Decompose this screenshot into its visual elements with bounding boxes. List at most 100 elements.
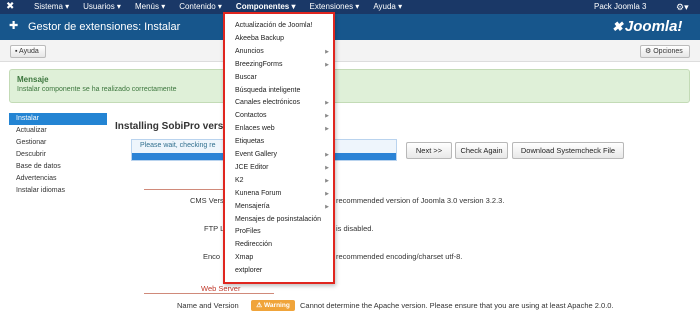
components-menu-item[interactable]: Mensajes de posinstalación: [235, 214, 331, 226]
message-text: Instalar componente se ha realizado corr…: [17, 86, 177, 93]
req-text-ftp: is disabled.: [336, 224, 374, 233]
web-server-label: Name and Version: [177, 301, 239, 310]
components-menu-item[interactable]: Buscar: [235, 72, 331, 84]
components-menu-item[interactable]: Event Gallery ▶: [235, 149, 331, 161]
chevron-right-icon: ▶: [325, 203, 329, 210]
components-menu-item[interactable]: Contactos ▶: [235, 110, 331, 122]
joomla-logo-icon[interactable]: ✖: [6, 2, 14, 12]
warning-icon: ⚠: [256, 302, 263, 309]
components-menu-item-label: extplorer: [235, 267, 263, 275]
components-menu-item-label: Búsqueda inteligente: [235, 86, 301, 94]
components-menu-item[interactable]: ProFiles: [235, 226, 331, 238]
components-menu-item-label: Buscar: [235, 73, 257, 81]
components-menu-item[interactable]: Actualización de Joomla!: [235, 20, 331, 32]
components-menu-item-label: Redirección: [235, 241, 272, 249]
options-button-label: Opciones: [653, 48, 683, 55]
chevron-right-icon: ▶: [325, 152, 329, 158]
chevron-right-icon: ▶: [325, 164, 329, 171]
chevron-right-icon: ▶: [325, 48, 329, 55]
components-menu-item[interactable]: Búsqueda inteligente: [235, 85, 331, 97]
components-menu-item[interactable]: Redirección: [235, 239, 331, 251]
chevron-right-icon: ▶: [325, 126, 329, 133]
top-menu-contenido[interactable]: Contenido ▾: [175, 0, 226, 14]
top-menu: Sistema ▾ Usuarios ▾ Menús ▾ Contenido ▾ Com…: [30, 0, 412, 14]
components-menu-item-label: JCE Editor: [235, 163, 269, 171]
site-name-link[interactable]: Pack Joomla 3: [594, 0, 646, 14]
chevron-right-icon: ▶: [325, 113, 329, 120]
chevron-right-icon: ▶: [325, 61, 329, 68]
chevron-right-icon: ▶: [325, 100, 329, 107]
components-menu-item-label: Akeeba Backup: [235, 34, 285, 42]
sidebar-item[interactable]: Base de datos: [9, 161, 107, 173]
progress-text: Please wait, checking re: [140, 142, 216, 149]
toolbar: ▪ Ayuda ⚙ Opciones: [0, 40, 700, 62]
components-menu-item-label: Contactos: [235, 112, 267, 120]
components-menu-item-label: Enlaces web: [235, 125, 275, 133]
page-title: Gestor de extensiones: Instalar: [28, 21, 181, 33]
components-menu-item-label: Kunena Forum: [235, 189, 282, 197]
install-title: Installing SobiPro versio: [115, 121, 233, 132]
warning-badge-label: Warning: [264, 302, 290, 309]
components-menu-item-label: Actualización de Joomla!: [235, 22, 313, 29]
components-menu-item-label: K2: [235, 176, 244, 184]
components-menu-item[interactable]: extplorer: [235, 265, 331, 277]
components-menu-item-label: Event Gallery: [235, 151, 278, 158]
components-menu-item[interactable]: Mensajería ▶: [235, 201, 331, 213]
top-menu-menus[interactable]: Menús ▾: [131, 0, 169, 14]
download-systemcheck-button[interactable]: Download Systemcheck File: [512, 142, 624, 159]
components-menu-item-label: Anuncios: [235, 47, 264, 55]
components-menu-item-label: Xmap: [235, 254, 254, 262]
sidebar-item[interactable]: Instalar: [9, 113, 107, 125]
help-button[interactable]: ▪ Ayuda: [10, 45, 46, 58]
sidebar: Instalar Actualizar Gestionar Descubrir Base…: [9, 113, 107, 197]
top-navbar: ✖ Sistema ▾ Usuarios ▾ Menús ▾ Contenido ▾ C…: [0, 0, 700, 14]
components-menu-item-label: Mensajería: [235, 202, 270, 210]
components-menu-item[interactable]: Etiquetas: [235, 136, 331, 148]
puzzle-icon: ✚: [9, 20, 19, 32]
sidebar-item[interactable]: Actualizar: [9, 125, 107, 137]
components-menu-item[interactable]: Canales electrónicos ▶: [235, 97, 331, 109]
top-menu-usuarios[interactable]: Usuarios ▾: [79, 0, 125, 14]
top-menu-ayuda[interactable]: Ayuda ▾: [369, 0, 406, 14]
components-menu-item[interactable]: Anuncios ▶: [235, 46, 331, 58]
req-text-encoding: recommended encoding/charset utf-8.: [336, 252, 463, 261]
components-menu-item[interactable]: Akeeba Backup: [235, 33, 331, 45]
web-server-divider: [144, 293, 274, 294]
components-menu-item-label: Etiquetas: [235, 138, 265, 146]
sidebar-item[interactable]: Advertencias: [9, 173, 107, 185]
components-menu-item-label: Mensajes de posinstalación: [235, 215, 321, 223]
components-menu-item[interactable]: Xmap: [235, 252, 331, 264]
success-message: Mensaje Instalar componente se ha realiz…: [9, 69, 690, 103]
components-menu-item-label: BreezingForms: [235, 60, 283, 68]
next-button[interactable]: Next >>: [406, 142, 452, 159]
chevron-right-icon: ▶: [325, 190, 329, 197]
warning-badge: ⚠ Warning: [251, 300, 295, 311]
req-text-cms: recommended version of Joomla 3.0 versio…: [336, 196, 505, 205]
joomla-brand-logo: ✖ Joomla!: [612, 18, 683, 35]
components-dropdown-menu: Actualización de Joomla! Akeeba Backup Anu…: [223, 12, 335, 284]
gear-icon[interactable]: ⚙▾: [676, 0, 689, 14]
gear-icon: ⚙: [645, 48, 652, 55]
components-menu-item[interactable]: Kunena Forum ▶: [235, 188, 331, 200]
help-icon: ▪: [15, 48, 18, 55]
chevron-right-icon: ▶: [325, 177, 329, 184]
components-menu-item-label: Canales electrónicos: [235, 99, 300, 107]
components-menu-item[interactable]: BreezingForms ▶: [235, 59, 331, 71]
components-menu-item-label: ProFiles: [235, 228, 261, 236]
web-server-text: Cannot determine the Apache version. Ple…: [300, 301, 614, 310]
components-menu-item[interactable]: K2 ▶: [235, 175, 331, 187]
options-button[interactable]: ⚙ Opciones: [640, 45, 690, 58]
req-label-encoding: Enco: [203, 252, 221, 261]
sidebar-item[interactable]: Gestionar: [9, 137, 107, 149]
help-button-label: Ayuda: [19, 48, 39, 55]
check-again-button[interactable]: Check Again: [455, 142, 508, 159]
req-label-ftp: FTP L: [204, 224, 225, 233]
sidebar-item[interactable]: Descubrir: [9, 149, 107, 161]
top-menu-sistema[interactable]: Sistema ▾: [30, 0, 73, 14]
page-header: ✚ Gestor de extensiones: Instalar ✖ Jooml…: [0, 14, 700, 40]
components-menu-item[interactable]: JCE Editor ▶: [235, 162, 331, 174]
components-menu-item[interactable]: Enlaces web ▶: [235, 123, 331, 135]
message-title: Mensaje: [17, 75, 49, 84]
web-server-heading: Web Server: [201, 284, 241, 293]
sidebar-item[interactable]: Instalar idiomas: [9, 185, 107, 197]
